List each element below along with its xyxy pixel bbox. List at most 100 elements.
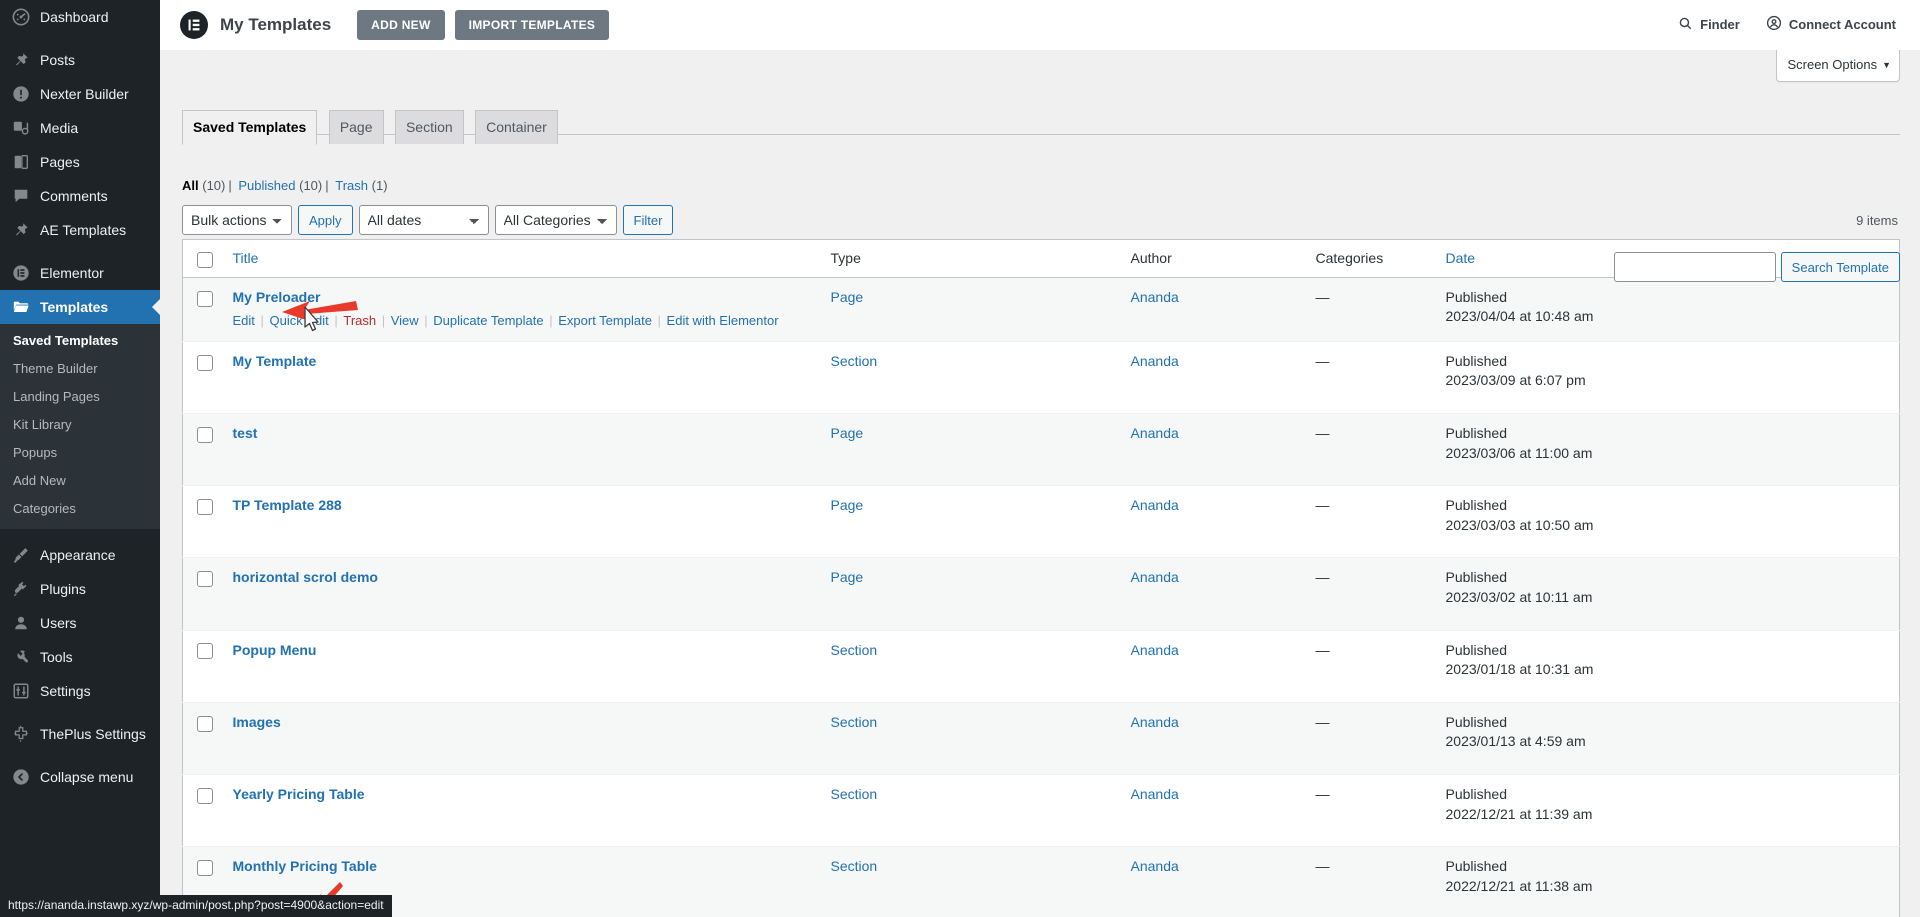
sidebar-item-media[interactable]: Media [0,111,160,145]
date-filter-select[interactable]: All dates [359,205,489,235]
row-title-link[interactable]: TP Template 288 [233,497,342,513]
sidebar-item-users[interactable]: Users [0,606,160,640]
row-type-link[interactable]: Page [831,289,864,305]
row-checkbox[interactable] [197,355,213,371]
row-title-link[interactable]: Popup Menu [233,642,317,658]
sidebar-item-tools[interactable]: Tools [0,640,160,674]
bulk-actions-select[interactable]: Bulk actions [182,205,292,235]
row-action-duplicate-link[interactable]: Duplicate Template [433,313,543,328]
submenu-item-categories[interactable]: Categories [0,495,160,523]
row-type-link[interactable]: Section [831,353,878,369]
screen-options-button[interactable]: Screen Options▼ [1776,50,1900,82]
table-row[interactable]: TP Template 288 Page Ananda — Published … [183,486,1900,558]
add-new-button[interactable]: ADD NEW [357,10,444,40]
column-header-date-label[interactable]: Date [1446,250,1476,266]
row-author-link[interactable]: Ananda [1131,353,1179,369]
row-action-duplicate[interactable]: Duplicate Template [433,313,543,328]
sidebar-item-templates[interactable]: Templates [0,290,160,324]
row-author-link[interactable]: Ananda [1131,714,1179,730]
sidebar-item-plugins[interactable]: Plugins [0,572,160,606]
category-filter-select[interactable]: All Categories [495,205,617,235]
status-link-trash-label[interactable]: Trash [335,178,368,193]
sidebar-item-collapse-menu[interactable]: Collapse menu [0,760,160,794]
row-author-link[interactable]: Ananda [1131,786,1179,802]
row-type-link[interactable]: Page [831,569,864,585]
row-checkbox[interactable] [197,643,213,659]
finder-button[interactable]: Finder [1678,16,1740,34]
row-type-link[interactable]: Page [831,497,864,513]
submenu-item-landing-pages[interactable]: Landing Pages [0,383,160,411]
row-type-link[interactable]: Page [831,425,864,441]
row-action-export-link[interactable]: Export Template [558,313,652,328]
search-input[interactable] [1614,252,1776,282]
tab-container[interactable]: Container [475,110,558,144]
sidebar-item-settings[interactable]: Settings [0,674,160,708]
row-action-trash[interactable]: Trash [343,313,376,328]
submenu-item-theme-builder[interactable]: Theme Builder [0,355,160,383]
row-action-view[interactable]: View [391,313,419,328]
sidebar-item-posts[interactable]: Posts [0,43,160,77]
table-row[interactable]: Popup Menu Section Ananda — Published 20… [183,630,1900,702]
row-title-link[interactable]: My Template [233,353,317,369]
submenu-item-add-new[interactable]: Add New [0,467,160,495]
column-header-title-label[interactable]: Title [233,250,259,266]
table-row[interactable]: Monthly Pricing Table Section Ananda — P… [183,847,1900,917]
row-checkbox[interactable] [197,716,213,732]
row-author-link[interactable]: Ananda [1131,425,1179,441]
row-action-quick-edit-link[interactable]: Quick Edit [270,313,329,328]
submenu-item-kit-library[interactable]: Kit Library [0,411,160,439]
tab-saved-templates[interactable]: Saved Templates [182,110,317,145]
row-title-link[interactable]: My Preloader [233,289,321,305]
row-author-link[interactable]: Ananda [1131,497,1179,513]
row-author-link[interactable]: Ananda [1131,569,1179,585]
table-row[interactable]: My Template Section Ananda — Published 2… [183,341,1900,413]
sidebar-item-theplus-settings[interactable]: ThePlus Settings [0,717,160,751]
row-action-quick-edit[interactable]: Quick Edit [270,313,329,328]
row-checkbox[interactable] [197,788,213,804]
row-title-link[interactable]: Yearly Pricing Table [233,786,365,802]
row-action-edit-with-elementor[interactable]: Edit with Elementor [667,313,779,328]
status-link-trash[interactable]: Trash (1) [335,173,387,199]
tab-section[interactable]: Section [395,110,464,144]
column-header-title[interactable]: Title [223,240,821,278]
sidebar-item-elementor[interactable]: Elementor [0,256,160,290]
filter-button[interactable]: Filter [623,205,674,235]
status-link-published-label[interactable]: Published [238,178,295,193]
row-title-link[interactable]: Images [233,714,281,730]
table-row[interactable]: Yearly Pricing Table Section Ananda — Pu… [183,775,1900,847]
submenu-item-popups[interactable]: Popups [0,439,160,467]
row-author-link[interactable]: Ananda [1131,858,1179,874]
sidebar-item-pages[interactable]: Pages [0,145,160,179]
row-checkbox[interactable] [197,427,213,443]
row-author-link[interactable]: Ananda [1131,642,1179,658]
tab-page[interactable]: Page [329,110,384,144]
connect-account-button[interactable]: Connect Account [1766,15,1896,34]
row-checkbox[interactable] [197,499,213,515]
row-title-link[interactable]: test [233,425,258,441]
row-author-link[interactable]: Ananda [1131,289,1179,305]
table-row[interactable]: test Page Ananda — Published 2023/03/06 … [183,414,1900,486]
row-type-link[interactable]: Section [831,786,878,802]
row-action-edit-with-elementor-link[interactable]: Edit with Elementor [667,313,779,328]
status-link-published[interactable]: Published (10)| [238,173,331,199]
sidebar-item-ae-templates[interactable]: AE Templates [0,213,160,247]
sidebar-item-nexter-builder[interactable]: Nexter Builder [0,77,160,111]
row-action-edit[interactable]: Edit [233,313,255,328]
table-row[interactable]: My Preloader Edit | Quick Edit | Trash |… [183,277,1900,341]
sidebar-item-appearance[interactable]: Appearance [0,538,160,572]
row-action-view-link[interactable]: View [391,313,419,328]
row-type-link[interactable]: Section [831,642,878,658]
sidebar-item-comments[interactable]: Comments [0,179,160,213]
row-type-link[interactable]: Section [831,858,878,874]
table-row[interactable]: Images Section Ananda — Published 2023/0… [183,702,1900,774]
row-checkbox[interactable] [197,860,213,876]
row-checkbox[interactable] [197,571,213,587]
apply-button[interactable]: Apply [298,205,353,235]
select-all-checkbox[interactable] [197,252,213,268]
table-row[interactable]: horizontal scrol demo Page Ananda — Publ… [183,558,1900,630]
submenu-item-saved-templates[interactable]: Saved Templates [0,327,160,355]
row-title-link[interactable]: Monthly Pricing Table [233,858,377,874]
row-action-trash-link[interactable]: Trash [343,313,376,328]
status-link-all[interactable]: All (10)| [182,173,235,199]
status-link-all-label[interactable]: All [182,178,199,193]
